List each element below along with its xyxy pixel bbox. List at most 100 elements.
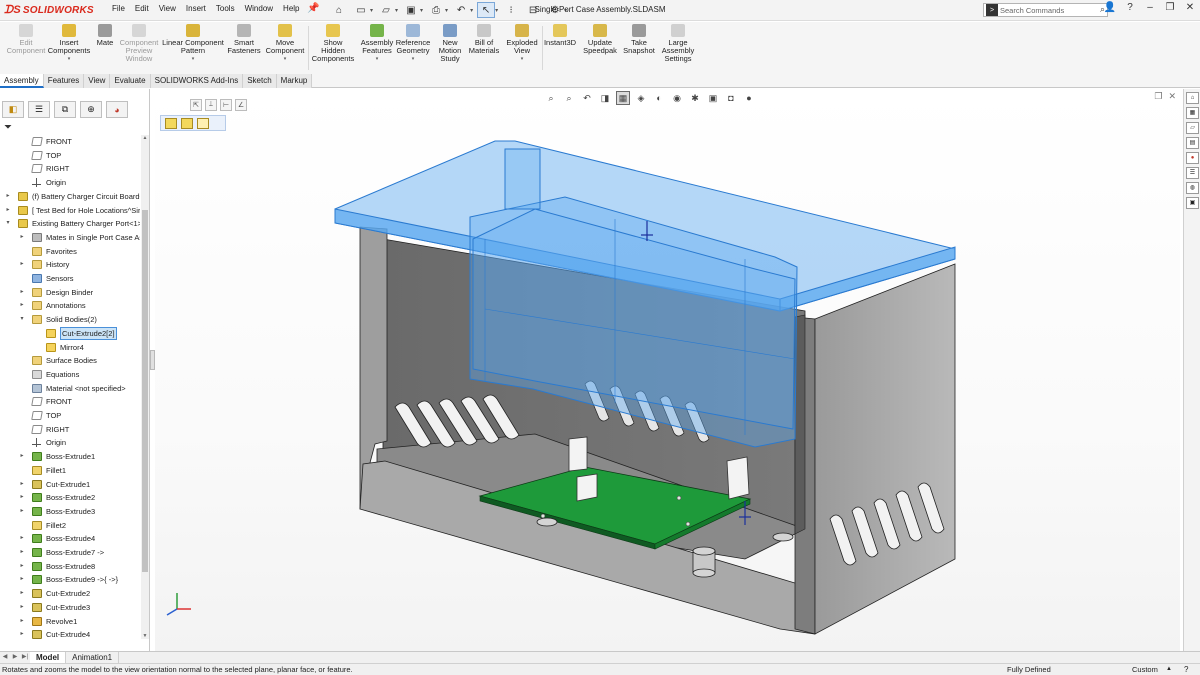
menu-help[interactable]: Help — [283, 4, 299, 13]
tree-item[interactable]: Origin — [0, 436, 140, 449]
property-manager-icon[interactable]: ☰ — [28, 101, 50, 118]
update-speedpak-button[interactable]: Update Speedpak — [581, 24, 619, 55]
move-component-button[interactable]: Move Component ▾ — [264, 24, 306, 63]
tree-item[interactable]: ▸ Mates in Single Port Case As — [0, 231, 140, 244]
print-icon[interactable]: ⎙ — [427, 2, 445, 18]
expand-arrow-icon[interactable]: ▸ — [18, 231, 26, 244]
help-status-icon[interactable]: ? — [1184, 664, 1188, 675]
model-viewport[interactable] — [155, 89, 1180, 651]
units-dropdown-icon[interactable]: ▲ — [1166, 664, 1172, 675]
linear-component-pattern-button[interactable]: Linear Component Pattern ▾ — [162, 24, 224, 63]
expand-arrow-icon[interactable]: ▸ — [18, 505, 26, 518]
large-assembly-settings-button[interactable]: Large Assembly Settings — [658, 24, 698, 63]
expand-arrow-icon[interactable]: ▸ — [18, 491, 26, 504]
expand-arrow-icon[interactable]: ▸ — [18, 478, 26, 491]
tree-item[interactable]: RIGHT — [0, 423, 140, 436]
tree-item[interactable]: ▸ Annotations — [0, 299, 140, 312]
tree-item[interactable]: Equations — [0, 368, 140, 381]
tree-item[interactable]: ▸ History — [0, 258, 140, 271]
tab-model[interactable]: Model — [30, 652, 67, 663]
menu-tools[interactable]: Tools — [216, 4, 235, 13]
tree-item[interactable]: ▸ Boss-Extrude9 ->{ ->} — [0, 573, 140, 586]
expand-arrow-icon[interactable]: ▸ — [18, 286, 26, 299]
feature-manager-tree-icon[interactable]: ◧ — [2, 101, 24, 118]
tree-item[interactable]: Material <not specified> — [0, 382, 140, 395]
tree-item[interactable]: FRONT — [0, 135, 140, 148]
forum-icon[interactable]: ◍ — [1186, 182, 1199, 194]
tree-item[interactable]: ▸ Cut-Extrude2 — [0, 587, 140, 600]
expand-arrow-icon[interactable]: ▸ — [18, 532, 26, 545]
solidworks-resources-icon[interactable]: ⌂ — [1186, 92, 1199, 104]
tree-item[interactable]: ▸ [ Test Bed for Hole Locations^Sir — [0, 204, 140, 217]
tab-animation1[interactable]: Animation1 — [66, 652, 120, 663]
menu-file[interactable]: File — [112, 4, 125, 13]
tab-features[interactable]: Features — [43, 74, 85, 88]
traffic-light-icon[interactable]: ⁝ — [502, 2, 520, 18]
insert-components-button[interactable]: Insert Components ▾ — [48, 24, 90, 63]
mate-button[interactable]: Mate — [93, 24, 117, 47]
tree-item[interactable]: ▸ Cut-Extrude3 — [0, 601, 140, 614]
minimize-icon[interactable]: – — [1144, 2, 1156, 13]
tree-item[interactable]: ▸ Boss-Extrude4 — [0, 532, 140, 545]
tree-item[interactable]: Mirror4 — [0, 341, 140, 354]
search-commands-input[interactable]: > Search Commands ⌕ — [983, 3, 1108, 17]
tab-view[interactable]: View — [84, 74, 111, 88]
edit-component-button[interactable]: Edit Component — [4, 24, 48, 55]
scroll-up-icon[interactable]: ▲ — [141, 135, 149, 141]
tree-item[interactable]: ▸ Cut-Extrude1 — [0, 478, 140, 491]
file-explorer-icon[interactable]: ▱ — [1186, 122, 1199, 134]
dimxpert-manager-icon[interactable]: ⊕ — [80, 101, 102, 118]
options-gear-icon[interactable]: ⚙ — [546, 2, 564, 18]
select-pointer-icon[interactable]: ↖ — [477, 2, 496, 18]
custom-properties-icon[interactable]: ☰ — [1186, 167, 1199, 179]
rebuild-icon[interactable]: ⊟ — [524, 2, 542, 18]
tab-evaluate[interactable]: Evaluate — [110, 74, 151, 88]
assembly-features-button[interactable]: Assembly Features ▾ — [358, 24, 396, 63]
menu-insert[interactable]: Insert — [186, 4, 206, 13]
collapse-arrow-icon[interactable]: ▾ — [18, 313, 26, 326]
tab-scroll-end-icon[interactable]: ▶| — [20, 652, 30, 663]
expand-arrow-icon[interactable]: ▸ — [18, 560, 26, 573]
expand-arrow-icon[interactable]: ▸ — [18, 573, 26, 586]
tree-item[interactable]: Origin — [0, 176, 140, 189]
restore-icon[interactable]: ❐ — [1164, 2, 1176, 13]
extra-pane-icon[interactable]: ▣ — [1186, 197, 1199, 209]
home-icon[interactable]: ⌂ — [330, 2, 348, 18]
tree-item[interactable]: ▸ Boss-Extrude1 — [0, 450, 140, 463]
tree-item[interactable]: ▸ Cut-Extrude4 — [0, 628, 140, 639]
take-snapshot-button[interactable]: Take Snapshot — [622, 24, 656, 55]
tree-item[interactable]: TOP — [0, 409, 140, 422]
menu-edit[interactable]: Edit — [135, 4, 149, 13]
tab-addins[interactable]: SOLIDWORKS Add-Ins — [150, 74, 244, 88]
tree-item[interactable]: ▸ Boss-Extrude7 -> — [0, 546, 140, 559]
tree-item[interactable]: Fillet1 — [0, 464, 140, 477]
menu-view[interactable]: View — [159, 4, 176, 13]
tab-scroll-left-icon[interactable]: ◀ — [0, 652, 10, 663]
expand-arrow-icon[interactable]: ▸ — [4, 190, 12, 203]
tree-item[interactable]: RIGHT — [0, 162, 140, 175]
expand-arrow-icon[interactable]: ▸ — [18, 628, 26, 639]
user-icon[interactable]: 👤 — [1104, 2, 1116, 13]
save-icon[interactable]: ▣ — [402, 2, 420, 18]
tab-scroll-right-icon[interactable]: ▶ — [10, 652, 20, 663]
expand-arrow-icon[interactable]: ▸ — [18, 258, 26, 271]
display-manager-icon[interactable]: ◕ — [106, 101, 128, 118]
solidworks-logo[interactable]: ᗪS SOLIDWORKS — [4, 3, 94, 18]
expand-arrow-icon[interactable]: ▸ — [4, 204, 12, 217]
smart-fasteners-button[interactable]: Smart Fasteners — [226, 24, 262, 55]
tree-item[interactable]: Cut-Extrude2[2] — [0, 326, 140, 340]
scroll-down-icon[interactable]: ▼ — [141, 633, 149, 639]
tree-item[interactable]: ▾ Solid Bodies(2) — [0, 313, 140, 326]
status-units[interactable]: Custom — [1132, 664, 1158, 675]
new-document-icon[interactable]: ▭ — [352, 2, 370, 18]
scroll-thumb[interactable] — [142, 210, 148, 572]
feature-tree-scrollbar[interactable]: ▲ ▼ — [141, 135, 149, 639]
tree-item[interactable]: ▸ Boss-Extrude2 — [0, 491, 140, 504]
new-motion-study-button[interactable]: New Motion Study — [434, 24, 466, 63]
open-folder-icon[interactable]: ▱ — [377, 2, 395, 18]
graphics-area[interactable]: ⌕ ⌕ ↶ ◨ ▦ ◈ ◐ ◉ ✱ ▣ ◘ ● ❐ ✕ ⇱ ⟘ ⊢ ∠ — [155, 89, 1180, 651]
tree-item[interactable]: Fillet2 — [0, 519, 140, 532]
bill-of-materials-button[interactable]: Bill of Materials — [468, 24, 500, 55]
design-library-icon[interactable]: ▦ — [1186, 107, 1199, 119]
tree-item[interactable]: Favorites — [0, 245, 140, 258]
